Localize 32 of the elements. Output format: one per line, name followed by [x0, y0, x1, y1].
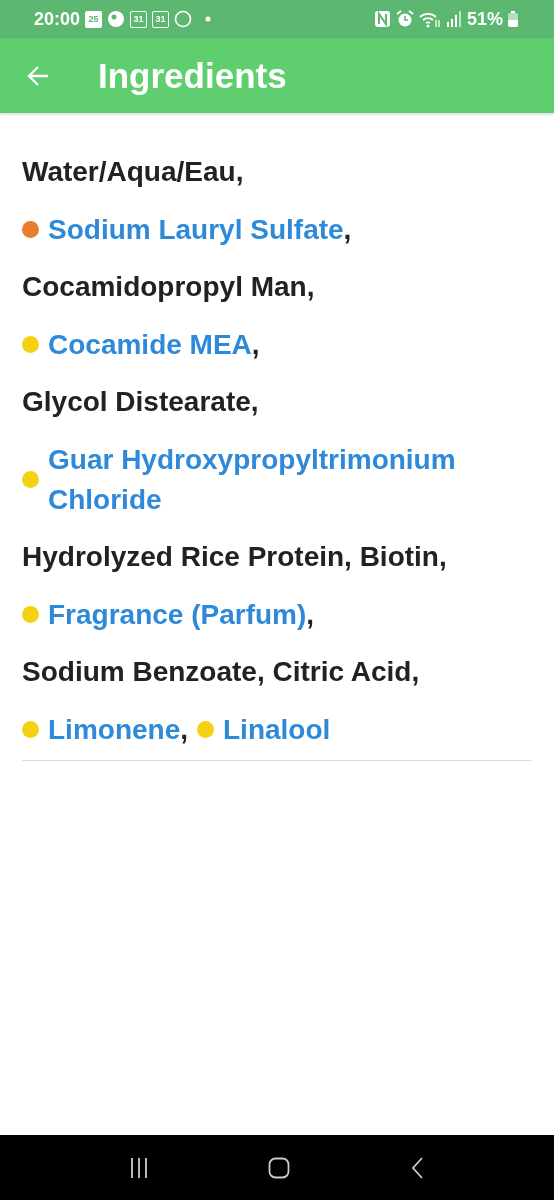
ingredient-link[interactable]: Limonene [48, 709, 181, 750]
ingredient-text: Glycol Distearate, [22, 385, 259, 419]
signal-icon [445, 10, 462, 28]
ingredient-text: Cocamidopropyl Man, [22, 270, 315, 304]
calendar-icon: 31 [152, 10, 170, 28]
back-icon [410, 1156, 424, 1179]
ingredient-text: Hydrolyzed Rice Protein, Biotin, [22, 540, 447, 574]
ingredient-link[interactable]: Guar Hydroxypropyltrimonium Chloride [48, 439, 518, 520]
comma-text: , [180, 712, 188, 747]
calendar-icon: 31 [130, 10, 148, 28]
ingredient-link[interactable]: Fragrance (Parfum) [48, 594, 307, 635]
circle-icon [174, 10, 193, 28]
home-icon [268, 1156, 290, 1179]
alarm-icon [395, 10, 414, 28]
ingredient-link[interactable]: Cocamide MEA [48, 324, 252, 365]
ingredient-link[interactable]: Sodium Lauryl Sulfate [48, 209, 344, 250]
screen-title: Ingredients [98, 55, 287, 96]
recents-icon [130, 1156, 148, 1179]
comma-text: , [343, 212, 352, 247]
calendar-icon: 25 [85, 10, 103, 28]
nfc-icon [373, 10, 391, 28]
back-arrow-icon [26, 63, 50, 88]
battery-icon [508, 11, 518, 27]
wifi-icon [418, 10, 441, 28]
clock-text: 20:00 [34, 10, 81, 28]
comma-text: , [306, 597, 315, 632]
ingredient-text: Sodium Benzoate, Citric Acid, [22, 655, 420, 689]
comma-text: , [251, 327, 260, 362]
ingredient-link[interactable]: Linalool [223, 709, 331, 750]
ingredient-text: Water/Aqua/Eau, [22, 155, 244, 189]
battery-percent-text: 51% [466, 10, 503, 28]
dot-icon [205, 16, 212, 22]
